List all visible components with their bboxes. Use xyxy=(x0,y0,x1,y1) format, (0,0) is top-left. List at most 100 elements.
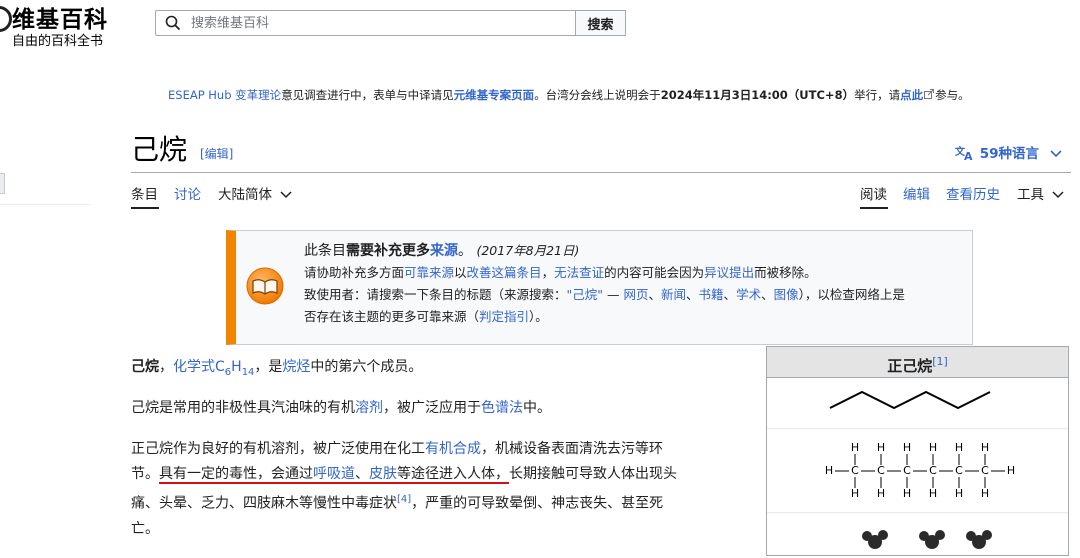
wikipedia-globe-logo[interactable] xyxy=(0,6,12,32)
chevron-down-icon xyxy=(1052,191,1064,199)
notice-title: 此条目需要补充更多来源。 (2017年8月21日) xyxy=(304,240,964,262)
formula-text[interactable]: 化学式C xyxy=(173,359,225,375)
carbon-atom: C xyxy=(903,464,911,477)
body-text: ， xyxy=(159,359,173,375)
notice-link-guideline[interactable]: 判定指引 xyxy=(479,309,529,324)
structural-formula-svg: H HCHHCHHCHHCHHCHHCHH xyxy=(825,441,1015,500)
carbon-atom: C xyxy=(929,464,937,477)
external-link-icon xyxy=(924,89,935,99)
chevron-down-icon xyxy=(1050,150,1062,158)
structural-formula-image[interactable]: HHCHHCHHCHHCHHCHHCHH xyxy=(767,430,1068,513)
language-button[interactable]: 文 A 59种语言 xyxy=(955,142,1062,163)
tab-read[interactable]: 阅读 xyxy=(860,183,887,203)
body-text: ，机械设备表面清洗去污等环 xyxy=(481,441,663,457)
tools-label[interactable]: 工具 xyxy=(1017,187,1044,203)
body-text: 己烷是常用的非极性具汽油味的有机 xyxy=(131,400,355,416)
body-text: 、 xyxy=(355,466,369,482)
notice-line: 致使用者：请搜索一下条目的标题（来源搜索："己烷" — 网页、新闻、书籍、学术、… xyxy=(304,287,905,302)
notice-link-improve[interactable]: 改善这篇条目 xyxy=(467,265,542,280)
notice-link-meta[interactable]: 元维基专案页面 xyxy=(454,88,535,102)
tab-history[interactable]: 查看历史 xyxy=(946,183,1000,203)
chromatography-link[interactable]: 色谱法 xyxy=(481,400,523,416)
notice-link-challenge[interactable]: 异议提出 xyxy=(704,265,754,280)
notice-text: 的内容可能会因为 xyxy=(604,265,705,280)
body-text: 正己烷作为良好的有机溶剂，被广泛使用在化工 xyxy=(131,441,425,457)
notice-link-here[interactable]: 点此 xyxy=(900,88,923,102)
notice-text: ），以检查网络上是 xyxy=(798,287,905,302)
book-icon xyxy=(245,266,285,310)
tab-edit[interactable]: 编辑 xyxy=(903,183,930,203)
search-box[interactable] xyxy=(155,10,576,36)
hydrogen-atom: H xyxy=(877,487,885,500)
source-search-images[interactable]: 图像 xyxy=(774,287,799,302)
formula-link[interactable]: 化学式C6H14 xyxy=(173,359,255,378)
infobox-title: 正己烷[1] xyxy=(767,347,1068,378)
source-search-news[interactable]: 新闻 xyxy=(661,287,686,302)
hydrogen-atom: H xyxy=(1007,464,1015,477)
notice-link-sources[interactable]: 来源 xyxy=(430,243,458,259)
tab-talk[interactable]: 讨论 xyxy=(174,183,201,203)
sidebar-divider xyxy=(0,204,90,205)
solvent-link[interactable]: 溶剂 xyxy=(355,400,383,416)
notice-link-reliable-sources[interactable]: 可靠来源 xyxy=(404,265,454,280)
title-divider xyxy=(131,172,1071,173)
hydrogen-atom: H xyxy=(851,441,859,454)
hydrogen-atom: H xyxy=(825,464,833,477)
skeletal-formula-svg xyxy=(829,390,991,410)
source-search-link[interactable]: "己烷" xyxy=(567,287,604,302)
tools-dropdown[interactable]: 工具 xyxy=(1017,183,1064,203)
respiratory-tract-link[interactable]: 呼吸道 xyxy=(313,466,355,482)
svg-text:A: A xyxy=(964,150,973,161)
hydrogen-atom: H xyxy=(981,487,989,500)
source-search-web[interactable]: 网页 xyxy=(623,287,648,302)
carbon-atom: C xyxy=(981,464,989,477)
sidebar-toc-item[interactable] xyxy=(0,173,5,194)
alkane-link[interactable]: 烷烃 xyxy=(282,359,310,375)
formula-subscript[interactable]: 14 xyxy=(242,367,255,378)
formula-text[interactable]: H xyxy=(231,359,242,375)
notice-content: 此条目需要补充更多来源。 (2017年8月21日) 请协助补充多方面可靠来源以改… xyxy=(304,240,964,328)
notice-text: 。 xyxy=(458,243,472,259)
site-wordmark[interactable]: 维基百科 xyxy=(12,0,108,34)
infobox-title-text: 正己烷 xyxy=(887,357,933,375)
body-text: ，是 xyxy=(254,359,283,375)
title-edit-label[interactable]: [编辑] xyxy=(200,147,233,161)
notice-link-eseap[interactable]: ESEAP Hub 变革理论 xyxy=(168,88,281,102)
body-text: ，严重的可导致晕倒、神志丧失、甚至死 xyxy=(411,495,664,512)
body-text: 节。 xyxy=(131,466,159,482)
search-button[interactable]: 搜索 xyxy=(575,10,626,36)
notice-text: 请协助补充多方面 xyxy=(304,265,405,280)
search-input[interactable] xyxy=(189,14,563,32)
site-notice: ESEAP Hub 变革理论意见调查进行中，表单与中译请见元维基专案页面。台湾分… xyxy=(168,87,970,103)
hydrogen-atom: H xyxy=(981,441,989,454)
notice-link-verify[interactable]: 无法查证 xyxy=(554,265,604,280)
source-search-books[interactable]: 书籍 xyxy=(699,287,724,302)
search-icon xyxy=(165,15,181,31)
variant-dropdown[interactable]: 大陆简体 xyxy=(218,183,292,203)
reference-link[interactable]: [4] xyxy=(397,494,411,505)
organic-synthesis-link[interactable]: 有机合成 xyxy=(425,441,481,457)
ball-and-stick-svg xyxy=(862,530,992,549)
language-count[interactable]: 59种语言 xyxy=(980,146,1039,162)
chevron-down-icon xyxy=(280,191,292,199)
hydrogen-atom: H xyxy=(929,487,937,500)
ball-and-stick-model-image[interactable] xyxy=(767,514,1068,554)
skin-link[interactable]: 皮肤 xyxy=(369,466,397,482)
tab-active-indicator xyxy=(131,207,159,209)
variant-label[interactable]: 大陆简体 xyxy=(218,187,272,203)
tab-article[interactable]: 条目 xyxy=(131,183,158,203)
title-edit-link[interactable]: [编辑] xyxy=(200,145,233,162)
skeletal-formula-image[interactable] xyxy=(767,378,1068,429)
notice-line: 否存在该主题的更多可靠来源（判定指引）。 xyxy=(304,306,964,328)
source-search-scholar[interactable]: 学术 xyxy=(736,287,761,302)
article-subject: 己烷 xyxy=(131,359,159,375)
hydrogen-atom: H xyxy=(877,441,885,454)
hydrogen-atom: H xyxy=(955,487,963,500)
notice-text: 需要补充更多 xyxy=(346,243,430,259)
annotated-toxicity-text: 具有一定的毒性，会通过呼吸道、皮肤等途径进入人体， xyxy=(159,466,509,484)
reference-link[interactable]: [1] xyxy=(932,355,948,368)
notice-date: 2024年11月3日14:00（UTC+8） xyxy=(660,88,855,102)
body-text: 等途径进入人体， xyxy=(397,466,509,482)
body-text: 痛、头晕、乏力、四肢麻木等慢性中毒症状 xyxy=(131,495,397,512)
notice-text: — xyxy=(603,287,624,302)
